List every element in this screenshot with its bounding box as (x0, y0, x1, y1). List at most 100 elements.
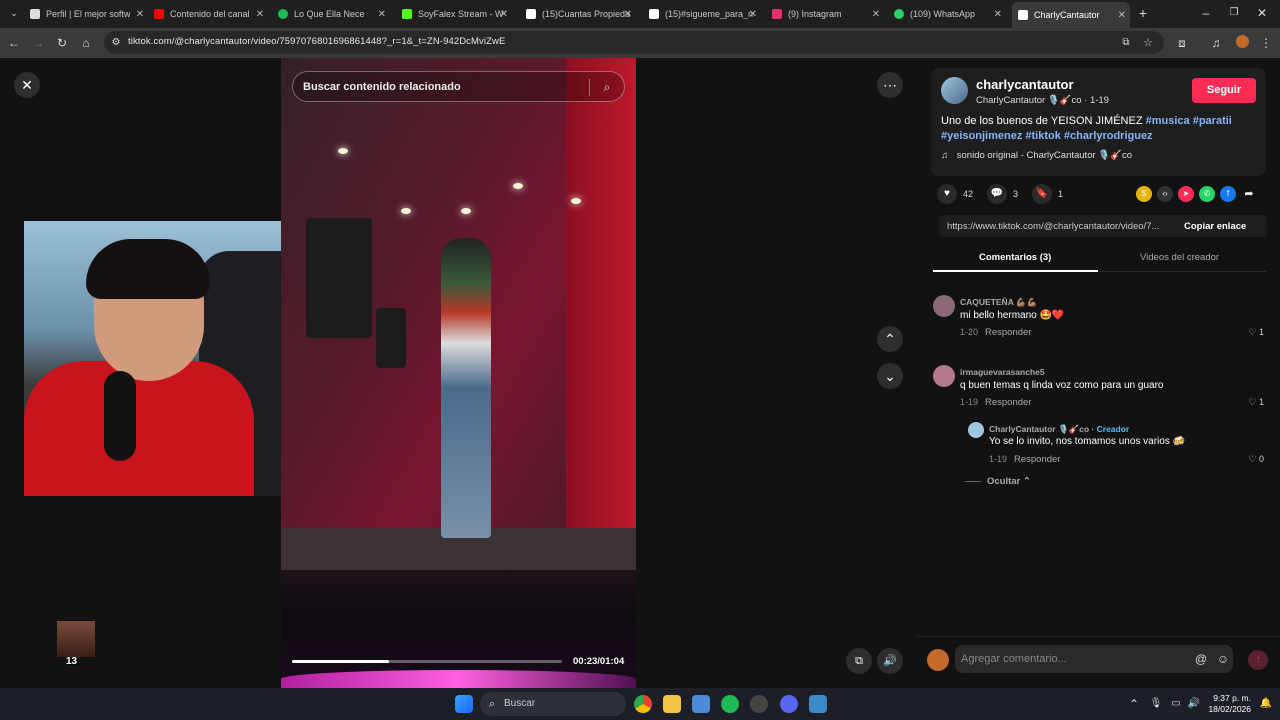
commenter-avatar[interactable] (933, 295, 955, 317)
copy-link-button[interactable]: Copiar enlace (1184, 221, 1246, 232)
system-clock[interactable]: 9:37 p. m. 18/02/2026 (1205, 693, 1251, 715)
reply-button[interactable]: Responder (985, 397, 1031, 408)
volume-icon[interactable]: 🔊 (1186, 696, 1202, 712)
emoji-icon[interactable]: ☺ (1215, 651, 1231, 667)
comment-like[interactable]: ♡ 1 (1248, 397, 1264, 408)
tab-tiktok-1[interactable]: (15)Cuantas Propieda ✕ (526, 4, 636, 24)
next-video-button[interactable]: ⌄ (877, 363, 903, 389)
whatsapp-share-icon[interactable]: ✆ (1199, 186, 1215, 202)
user-avatar[interactable] (927, 649, 949, 671)
comment-action[interactable]: 💬 3 (987, 184, 1018, 204)
microphone-icon[interactable]: 🎙 (1148, 696, 1164, 712)
reload-icon[interactable]: ↻ (54, 35, 70, 51)
taskbar-search[interactable]: ⌕ Buscar (480, 692, 626, 716)
coin-share-icon[interactable]: $ (1136, 186, 1152, 202)
menu-kebab-icon[interactable]: ⋮ (1258, 35, 1274, 51)
commenter-avatar[interactable] (933, 365, 955, 387)
mention-icon[interactable]: @ (1193, 651, 1209, 667)
app-icon[interactable] (750, 695, 768, 713)
close-icon[interactable]: ✕ (136, 9, 144, 20)
restore-icon[interactable]: ❐ (1226, 5, 1242, 21)
video-player[interactable] (281, 58, 636, 688)
reply-button[interactable]: Responder (985, 327, 1031, 338)
volume-button[interactable]: 🔊 (877, 648, 903, 674)
hide-replies-button[interactable]: Ocultar ⌃ (965, 476, 1031, 487)
network-icon[interactable]: ▭ (1168, 696, 1184, 712)
commenter-name[interactable]: CAQUETEÑA 💪🏽💪🏽 (960, 297, 1037, 308)
hashtag[interactable]: #paratii (1193, 115, 1232, 127)
tab-spotify[interactable]: Lo Que Ella Nece ✕ (278, 4, 390, 24)
close-icon[interactable]: ✕ (624, 9, 632, 20)
store-icon[interactable] (692, 695, 710, 713)
search-icon[interactable]: ⌕ (599, 79, 615, 95)
install-app-icon[interactable]: ⧉ (1118, 35, 1134, 51)
tab-creator-videos[interactable]: Videos del creador (1140, 252, 1219, 263)
file-explorer-icon[interactable] (663, 695, 681, 713)
chrome-icon[interactable] (634, 695, 652, 713)
site-info-icon[interactable]: ⚙ (108, 35, 124, 51)
chevron-up-icon[interactable]: ⌃ (1126, 696, 1142, 712)
app-icon[interactable] (809, 695, 827, 713)
sound-link[interactable]: ♫ sonido original - CharlyCantautor 🎙️🎸c… (941, 150, 1132, 161)
close-icon[interactable]: ✕ (1118, 10, 1126, 21)
bookmark-star-icon[interactable]: ☆ (1140, 35, 1156, 51)
tab-charlycantautor[interactable]: CharlyCantautor ✕ (1012, 2, 1130, 28)
close-icon[interactable]: ✕ (378, 9, 386, 20)
spotify-icon[interactable] (721, 695, 739, 713)
tab-kick[interactable]: SoyFalex Stream - W ✕ (402, 4, 512, 24)
close-icon[interactable]: ✕ (994, 9, 1002, 20)
close-icon[interactable]: ✕ (749, 9, 757, 20)
embed-icon[interactable]: ‹› (1157, 186, 1173, 202)
home-icon[interactable]: ⌂ (78, 35, 94, 51)
comment-input[interactable]: Agregar comentario... @ ☺ (955, 645, 1233, 673)
close-icon[interactable]: ✕ (256, 9, 264, 20)
more-options-button[interactable]: ⋯ (877, 72, 903, 98)
hashtag[interactable]: #yeisonjimenez (941, 130, 1022, 142)
more-share-icon[interactable]: ➦ (1241, 186, 1257, 202)
facebook-share-icon[interactable]: f (1220, 186, 1236, 202)
author-username[interactable]: charlycantautor (976, 77, 1074, 92)
hashtag[interactable]: #tiktok (1025, 130, 1060, 142)
follow-button[interactable]: Seguir (1192, 78, 1256, 103)
send-icon[interactable]: ➤ (1178, 186, 1194, 202)
tab-tiktok-2[interactable]: (15)#sigueme_para_n ✕ (649, 4, 761, 24)
windows-start-icon[interactable] (455, 695, 473, 713)
profile-avatar-icon[interactable] (1234, 35, 1250, 52)
close-video-button[interactable]: ✕ (14, 72, 40, 98)
tab-youtube[interactable]: Contenido del canal ✕ (154, 4, 268, 24)
creator-avatar[interactable] (968, 422, 984, 438)
close-icon[interactable]: ✕ (500, 9, 508, 20)
related-search-box[interactable]: Buscar contenido relacionado ⌕ (292, 71, 625, 102)
address-bar[interactable]: ⚙ tiktok.com/@charlycantautor/video/7597… (104, 31, 1164, 54)
post-link[interactable]: https://www.tiktok.com/@charlycantautor/… (947, 221, 1175, 232)
hashtag[interactable]: #charlyrodriguez (1064, 130, 1153, 142)
hashtag[interactable]: #musica (1146, 115, 1190, 127)
reply-button[interactable]: Responder (1014, 454, 1060, 465)
tab-whatsapp[interactable]: (109) WhatsApp ✕ (894, 4, 1006, 24)
extensions-icon[interactable]: ⧈ (1174, 35, 1190, 51)
minimize-icon[interactable]: – (1198, 5, 1214, 21)
tab-instagram[interactable]: (9) Instagram ✕ (772, 4, 884, 24)
tab-comments[interactable]: Comentarios (3) (979, 252, 1051, 263)
back-icon[interactable]: ← (6, 35, 22, 51)
save-action[interactable]: 🔖 1 (1032, 184, 1063, 204)
forward-icon[interactable]: → (30, 35, 46, 51)
new-tab-button[interactable]: + (1135, 5, 1151, 21)
notification-icon[interactable]: 🔔 (1258, 696, 1274, 712)
discord-icon[interactable] (780, 695, 798, 713)
comment-like[interactable]: ♡ 0 (1248, 454, 1264, 465)
close-icon[interactable]: ✕ (872, 9, 880, 20)
media-control-icon[interactable]: ♫ (1208, 35, 1224, 51)
floating-player-button[interactable]: ⧉ (846, 648, 872, 674)
commenter-name[interactable]: irmaguevarasanche5 (960, 367, 1045, 377)
video-progress-bar[interactable] (292, 660, 562, 663)
author-avatar[interactable] (941, 77, 968, 104)
like-action[interactable]: ♥ 42 (937, 184, 973, 204)
previous-video-button[interactable]: ⌃ (877, 326, 903, 352)
tab-perfil[interactable]: Perfil | El mejor softw ✕ (30, 4, 148, 24)
tab-search-icon[interactable]: ⌄ (6, 5, 22, 21)
close-window-icon[interactable]: ✕ (1254, 5, 1270, 21)
comment-like[interactable]: ♡ 1 (1248, 327, 1264, 338)
send-comment-button[interactable]: ↑ (1248, 650, 1268, 670)
creator-reply-name[interactable]: CharlyCantautor 🎙️🎸co · Creador (989, 424, 1129, 435)
